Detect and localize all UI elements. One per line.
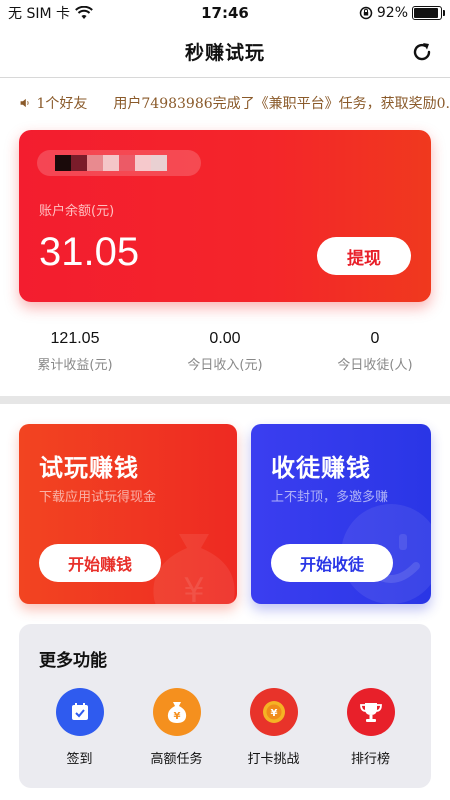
battery-percent: 92%	[376, 5, 408, 21]
stat-label: 今日收入(元)	[187, 358, 263, 373]
stat-total-earnings: 121.05 累计收益(元)	[0, 330, 150, 373]
status-right: 92%	[359, 5, 445, 21]
balance-amount: 31.05	[39, 230, 140, 274]
refresh-icon[interactable]	[410, 40, 434, 64]
status-bar: 无 SIM 卡 17:46 92%	[0, 0, 450, 26]
promo-subtitle: 上不封顶，多邀多赚	[271, 490, 389, 505]
start-recruiting-button[interactable]: 开始收徒	[271, 544, 393, 582]
feature-checkin[interactable]: 签到	[40, 688, 120, 767]
feature-punch-challenge[interactable]: ¥ 打卡挑战	[234, 688, 314, 767]
stat-value: 0.00	[209, 330, 241, 347]
speaker-icon	[20, 98, 29, 108]
feature-leaderboard[interactable]: 排行榜	[331, 688, 411, 767]
calendar-check-icon	[55, 688, 104, 736]
feature-label: 高额任务	[150, 752, 203, 767]
stat-value: 121.05	[50, 330, 100, 347]
feature-label: 排行榜	[350, 752, 390, 767]
money-bag-icon: ¥	[152, 688, 201, 736]
stat-label: 累计收益(元)	[37, 358, 113, 373]
recruit-earn-card[interactable]: 收徒赚钱 上不封顶，多邀多赚 开始收徒	[251, 424, 431, 604]
stat-value: 0	[370, 330, 380, 347]
features-title: 更多功能	[39, 651, 107, 671]
promo-title: 试玩赚钱	[39, 454, 139, 482]
withdraw-button[interactable]: 提现	[317, 237, 411, 275]
page-title: 秒赚试玩	[184, 42, 265, 64]
balance-label: 账户余额(元)	[39, 204, 115, 219]
balance-card: 账户余额(元) 31.05 提现	[19, 130, 431, 302]
notice-friends: 1个好友	[36, 96, 88, 112]
start-earning-button[interactable]: 开始赚钱	[39, 544, 161, 582]
svg-text:¥: ¥	[173, 711, 180, 722]
stats-row: 121.05 累计收益(元) 0.00 今日收入(元) 0 今日收徒(人)	[0, 330, 450, 373]
feature-label: 打卡挑战	[247, 752, 300, 767]
trial-earn-card[interactable]: ¥ 试玩赚钱 下载应用试玩得现金 开始赚钱	[19, 424, 237, 604]
promo-title: 收徒赚钱	[271, 454, 371, 482]
notice-message: 用户74983986完成了《兼职平台》任务，获取奖励0.	[113, 96, 450, 112]
blurred-username	[37, 150, 201, 176]
svg-text:¥: ¥	[270, 708, 277, 719]
rotation-lock-icon	[359, 6, 373, 20]
section-divider	[0, 396, 450, 404]
svg-text:¥: ¥	[183, 571, 205, 604]
stat-today-income: 0.00 今日收入(元)	[150, 330, 300, 373]
stat-label: 今日收徒(人)	[337, 358, 413, 373]
nav-bar: 秒赚试玩	[0, 26, 450, 78]
battery-icon	[412, 6, 445, 20]
feature-high-tasks[interactable]: ¥ 高额任务	[137, 688, 217, 767]
stat-today-recruits: 0 今日收徒(人)	[300, 330, 450, 373]
carrier-label: 无 SIM 卡	[8, 6, 70, 22]
wifi-icon	[75, 6, 93, 19]
feature-label: 签到	[66, 752, 93, 767]
battery-level	[414, 8, 438, 18]
notice-bar: 1个好友 用户74983986完成了《兼职平台》任务，获取奖励0.	[0, 82, 450, 124]
more-features-panel: 更多功能 签到 ¥ 高额任务 ¥ 打卡挑战 排行榜	[19, 624, 431, 788]
status-left: 无 SIM 卡	[8, 3, 93, 23]
trophy-icon	[346, 688, 395, 736]
features-row: 签到 ¥ 高额任务 ¥ 打卡挑战 排行榜	[19, 688, 431, 767]
promo-subtitle: 下载应用试玩得现金	[39, 490, 157, 505]
coin-badge-icon: ¥	[249, 688, 298, 736]
